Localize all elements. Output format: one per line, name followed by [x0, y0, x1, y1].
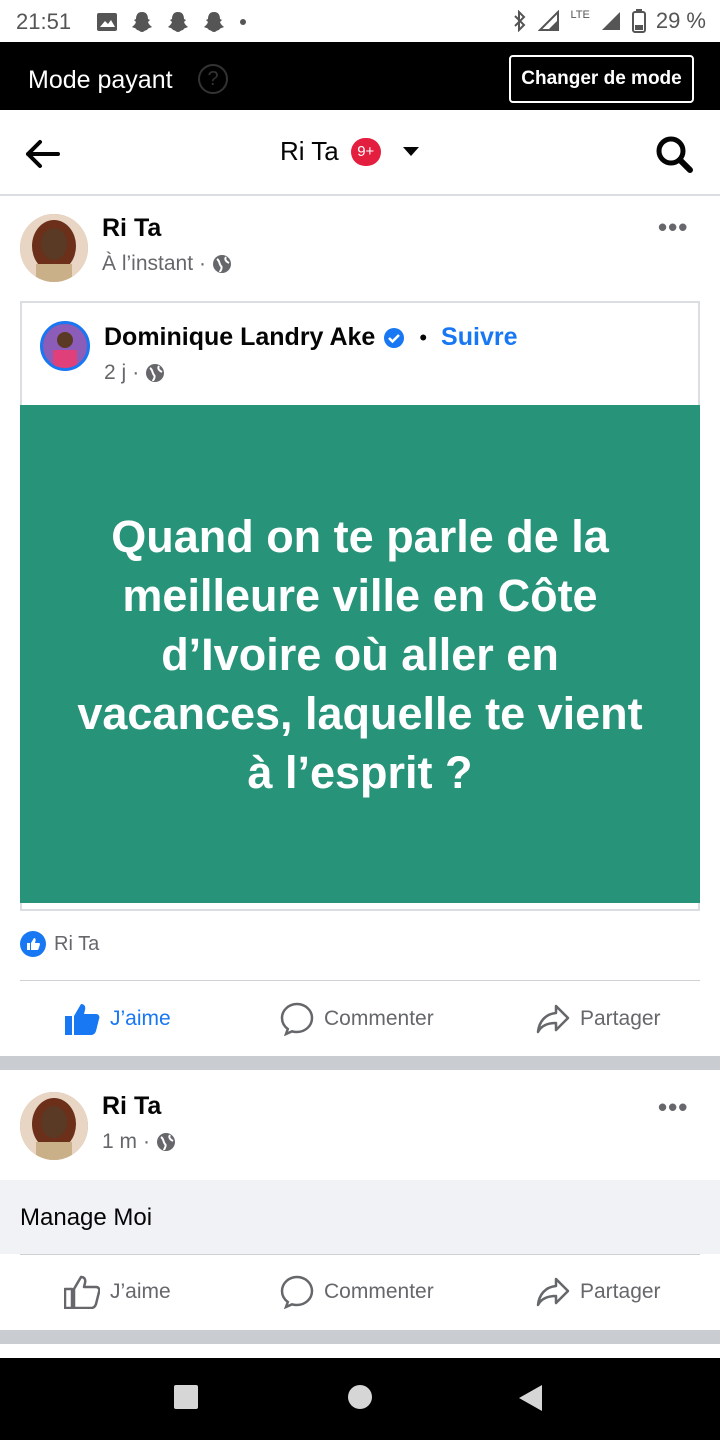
snapchat-icon — [132, 12, 152, 32]
share-button[interactable]: Partager — [536, 1257, 661, 1327]
shared-meta: 2 j · — [104, 361, 165, 385]
avatar-image — [20, 1092, 88, 1160]
battery-icon — [631, 9, 646, 33]
post-actions: J’aime Commenter Partager — [0, 984, 720, 1054]
post-card: Ri Ta À l’instant · ••• Dominique Landry… — [0, 196, 720, 1056]
system-nav-bar — [0, 1358, 720, 1440]
share-arrow-icon — [536, 1004, 570, 1034]
page-title: Ri Ta — [280, 136, 339, 166]
meta-dot: · — [143, 1130, 151, 1153]
globe-icon — [213, 255, 232, 273]
page-header: Ri Ta 9+ — [0, 110, 720, 196]
recents-square-icon[interactable] — [173, 1384, 199, 1410]
like-label: J’aime — [110, 1280, 171, 1303]
meta-dot: · — [132, 361, 140, 384]
verified-badge-icon — [384, 327, 405, 348]
post-meta: À l’instant · — [102, 252, 232, 276]
reaction-summary[interactable]: Ri Ta — [20, 931, 99, 957]
post-author[interactable]: Ri Ta — [102, 214, 161, 243]
shared-post[interactable]: Dominique Landry Ake • Suivre 2 j · Quan… — [20, 301, 700, 911]
post-time: 1 m — [102, 1130, 138, 1153]
help-icon[interactable]: ? — [198, 64, 228, 94]
paid-mode-bar: Mode payant ? Changer de mode — [0, 42, 720, 110]
search-icon[interactable] — [654, 134, 694, 174]
bluetooth-icon — [514, 10, 526, 32]
mode-label: Mode payant — [28, 66, 173, 94]
gallery-icon — [97, 13, 117, 31]
comment-icon — [280, 1275, 314, 1309]
signal-icon — [538, 10, 560, 31]
comment-label: Commenter — [324, 1007, 434, 1030]
globe-icon — [157, 1133, 176, 1151]
avatar[interactable] — [40, 321, 90, 371]
like-button[interactable]: J’aime — [64, 984, 171, 1054]
share-label: Partager — [580, 1280, 661, 1303]
snapchat-icon — [204, 12, 224, 32]
more-options-icon[interactable]: ••• — [658, 1092, 688, 1123]
banner-text: Quand on te parle de la meilleure ville … — [77, 510, 643, 798]
switch-mode-button[interactable]: Changer de mode — [509, 55, 694, 103]
shared-author[interactable]: Dominique Landry Ake — [104, 323, 375, 352]
signal-icon — [601, 12, 620, 30]
globe-icon — [146, 364, 165, 382]
back-triangle-icon[interactable] — [518, 1384, 544, 1412]
follow-button[interactable]: Suivre — [441, 323, 517, 352]
divider — [20, 980, 700, 981]
thumbs-up-icon — [64, 1275, 100, 1309]
post-actions: J’aime Commenter Partager — [0, 1257, 720, 1327]
post-card: Ri Ta 1 m · ••• Manage Moi J’aime Commen… — [0, 1070, 720, 1330]
home-circle-icon[interactable] — [347, 1384, 373, 1410]
text-post-banner[interactable]: Quand on te parle de la meilleure ville … — [20, 405, 700, 903]
avatar-image — [20, 214, 88, 282]
share-button[interactable]: Partager — [536, 984, 661, 1054]
post-text-area: Manage Moi — [0, 1180, 720, 1254]
post-text: Manage Moi — [20, 1204, 153, 1231]
divider — [20, 1254, 700, 1255]
comment-button[interactable]: Commenter — [280, 984, 434, 1054]
more-notifications-dot-icon — [240, 19, 246, 25]
post-time: À l’instant — [102, 252, 194, 275]
status-bar: 21:51 LTE 29 % — [0, 0, 720, 42]
post-author[interactable]: Ri Ta — [102, 1092, 161, 1121]
comment-button[interactable]: Commenter — [280, 1257, 434, 1327]
notification-icons — [96, 10, 248, 34]
feed-separator — [0, 1330, 720, 1344]
avatar[interactable] — [20, 214, 88, 282]
share-label: Partager — [580, 1007, 661, 1030]
shared-time: 2 j — [104, 361, 127, 384]
comment-icon — [280, 1002, 314, 1036]
like-button[interactable]: J’aime — [64, 1257, 171, 1327]
meta-dot: · — [199, 252, 207, 275]
system-icons: LTE 29 % — [512, 8, 706, 34]
snapchat-icon — [168, 12, 188, 32]
status-time: 21:51 — [16, 9, 72, 34]
thumbs-up-filled-icon — [65, 1004, 100, 1035]
comment-label: Commenter — [324, 1280, 434, 1303]
avatar[interactable] — [20, 1092, 88, 1160]
feed-separator — [0, 1056, 720, 1070]
like-reaction-icon — [20, 931, 46, 957]
battery-percent: 29 % — [655, 8, 706, 33]
separator-dot: • — [419, 324, 428, 350]
profile-switcher[interactable]: Ri Ta 9+ — [280, 136, 419, 167]
more-options-icon[interactable]: ••• — [658, 212, 688, 243]
reaction-names: Ri Ta — [54, 932, 100, 955]
chevron-down-icon — [402, 147, 419, 156]
avatar-image — [43, 324, 87, 368]
like-label: J’aime — [110, 1007, 171, 1030]
shared-author-row: Dominique Landry Ake • Suivre — [104, 323, 517, 352]
notification-badge: 9+ — [350, 137, 381, 166]
back-arrow-icon[interactable] — [22, 134, 62, 174]
network-type: LTE — [570, 9, 590, 21]
share-arrow-icon — [536, 1277, 570, 1307]
post-meta: 1 m · — [102, 1130, 176, 1154]
